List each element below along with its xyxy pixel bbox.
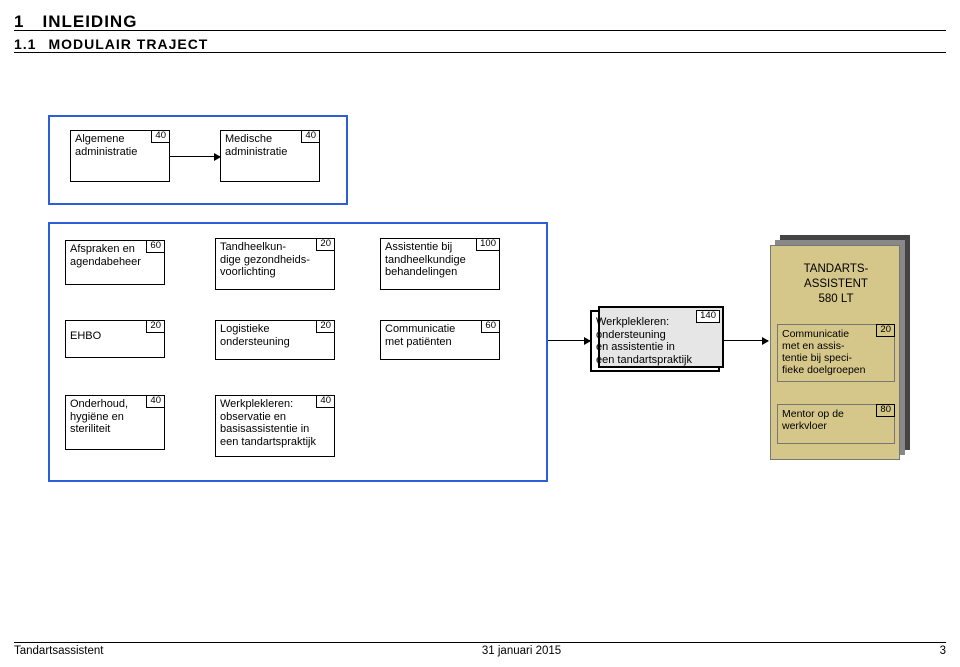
module-label: EHBO (70, 323, 101, 343)
module-ehbo: EHBO 20 (65, 320, 165, 358)
module-label: Tandheelkun- dige gezondheids- voorlicht… (220, 241, 310, 278)
hours-badge: 140 (696, 310, 720, 323)
hours-badge: 20 (146, 320, 165, 333)
hours-badge: 100 (476, 238, 500, 251)
module-label: Assistentie bij tandheelkundige behandel… (385, 241, 466, 278)
module-label: Communicatie met patiënten (385, 323, 455, 348)
module-algemene-administratie: Algemene administratie 40 (70, 130, 170, 182)
module-label: Onderhoud, hygiëne en steriliteit (70, 398, 128, 435)
hours-badge: 40 (301, 130, 320, 143)
divider (14, 52, 946, 53)
hours-badge: 80 (876, 404, 895, 417)
page-footer: Tandartsassistent 31 januari 2015 3 (14, 642, 946, 657)
arrow-icon (548, 340, 590, 341)
hours-badge: 60 (146, 240, 165, 253)
hours-badge: 40 (316, 395, 335, 408)
footer-left: Tandartsassistent (14, 645, 104, 657)
module-label: Afspraken en agendabeheer (70, 243, 141, 268)
module-werkplekleren-ondersteuning: Werkplekleren: ondersteuning en assisten… (590, 310, 720, 372)
target-qualification-panel: TANDARTS- ASSISTENT 580 LT Communicatie … (770, 235, 910, 460)
subsection-title: MODULAIR TRAJECT (14, 36, 208, 52)
hours-badge: 40 (151, 130, 170, 143)
arrow-icon (720, 340, 768, 341)
arrow-icon (170, 156, 220, 157)
hours-badge: 20 (876, 324, 895, 337)
hours-badge: 20 (316, 238, 335, 251)
hours-badge: 20 (316, 320, 335, 333)
module-afspraken: Afspraken en agendabeheer 60 (65, 240, 165, 285)
module-werkplekleren-observatie: Werkplekleren: observatie en basisassist… (215, 395, 335, 457)
module-communicatie-patienten: Communicatie met patiënten 60 (380, 320, 500, 360)
module-label: Algemene administratie (75, 133, 137, 158)
module-label: Werkplekleren: ondersteuning en assisten… (596, 316, 692, 366)
module-label: Mentor op de werkvloer (782, 408, 844, 432)
module-label: Medische administratie (225, 133, 287, 158)
module-assistentie-behandelingen: Assistentie bij tandheelkundige behandel… (380, 238, 500, 290)
target-box-mentor: Mentor op de werkvloer 80 (777, 404, 895, 444)
hours-badge: 60 (481, 320, 500, 333)
module-label: Communicatie met en assis- tentie bij sp… (782, 328, 865, 376)
module-medische-administratie: Medische administratie 40 (220, 130, 320, 182)
target-title: TANDARTS- ASSISTENT 580 LT (771, 262, 901, 307)
footer-center: 31 januari 2015 (482, 645, 561, 657)
module-logistieke-ondersteuning: Logistieke ondersteuning 20 (215, 320, 335, 360)
footer-right: 3 (940, 645, 946, 657)
module-onderhoud: Onderhoud, hygiëne en steriliteit 40 (65, 395, 165, 450)
stack-front: TANDARTS- ASSISTENT 580 LT Communicatie … (770, 245, 900, 460)
module-tandheelkundige-voorlichting: Tandheelkun- dige gezondheids- voorlicht… (215, 238, 335, 290)
hours-badge: 40 (146, 395, 165, 408)
module-label: Logistieke ondersteuning (220, 323, 290, 348)
divider (14, 30, 946, 31)
module-label: Werkplekleren: observatie en basisassist… (220, 398, 316, 448)
target-box-communicatie-doelgroepen: Communicatie met en assis- tentie bij sp… (777, 324, 895, 382)
section-number-title: INLEIDING (14, 12, 137, 32)
